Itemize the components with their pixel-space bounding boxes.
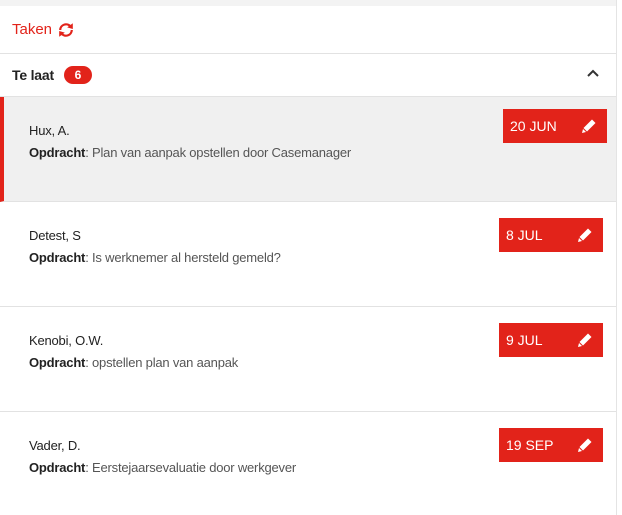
task-description: Opdracht: opstellen plan van aanpak — [29, 355, 616, 370]
chevron-up-icon[interactable] — [586, 68, 600, 78]
task-field-label: Opdracht — [29, 145, 86, 160]
task-date: 20 JUN — [510, 118, 557, 134]
tasks-title: Taken — [12, 21, 53, 38]
overdue-section-header[interactable]: Te laat 6 — [0, 54, 616, 97]
pencil-icon — [577, 227, 593, 243]
task-field-label: Opdracht — [29, 250, 86, 265]
task-text: : Eerstejaarsevaluatie door werkgever — [85, 460, 297, 475]
overdue-count-badge: 6 — [63, 66, 92, 84]
task-date-button[interactable]: 20 JUN — [503, 109, 607, 143]
task-date: 9 JUL — [506, 332, 543, 348]
task-field-label: Opdracht — [29, 460, 86, 475]
pencil-icon — [577, 332, 593, 348]
task-text: : Plan van aanpak opstellen door Caseman… — [85, 145, 352, 160]
task-date-button[interactable]: 9 JUL — [499, 323, 603, 357]
refresh-icon[interactable] — [57, 22, 75, 38]
task-description: Opdracht: Is werknemer al hersteld gemel… — [29, 250, 616, 265]
task-text: : opstellen plan van aanpak — [85, 355, 239, 370]
task-date-button[interactable]: 8 JUL — [499, 218, 603, 252]
task-date: 8 JUL — [506, 227, 543, 243]
task-field-label: Opdracht — [29, 355, 86, 370]
task-text: : Is werknemer al hersteld gemeld? — [85, 250, 281, 265]
task-date: 19 SEP — [506, 437, 554, 453]
task-description: Opdracht: Plan van aanpak opstellen door… — [29, 145, 616, 160]
task-row[interactable]: Vader, D. Opdracht: Eerstejaarsevaluatie… — [0, 412, 616, 511]
tasks-panel: Taken Te laat 6 Hux, A. Opdracht: Plan v… — [0, 0, 617, 515]
pencil-icon — [581, 118, 597, 134]
task-description: Opdracht: Eerstejaarsevaluatie door werk… — [29, 460, 616, 475]
task-row[interactable]: Detest, S Opdracht: Is werknemer al hers… — [0, 202, 616, 307]
pencil-icon — [577, 437, 593, 453]
task-row[interactable]: Hux, A. Opdracht: Plan van aanpak opstel… — [0, 97, 616, 202]
task-date-button[interactable]: 19 SEP — [499, 428, 603, 462]
task-row[interactable]: Kenobi, O.W. Opdracht: opstellen plan va… — [0, 307, 616, 412]
tasks-header: Taken — [0, 6, 616, 54]
overdue-label: Te laat — [12, 67, 54, 83]
